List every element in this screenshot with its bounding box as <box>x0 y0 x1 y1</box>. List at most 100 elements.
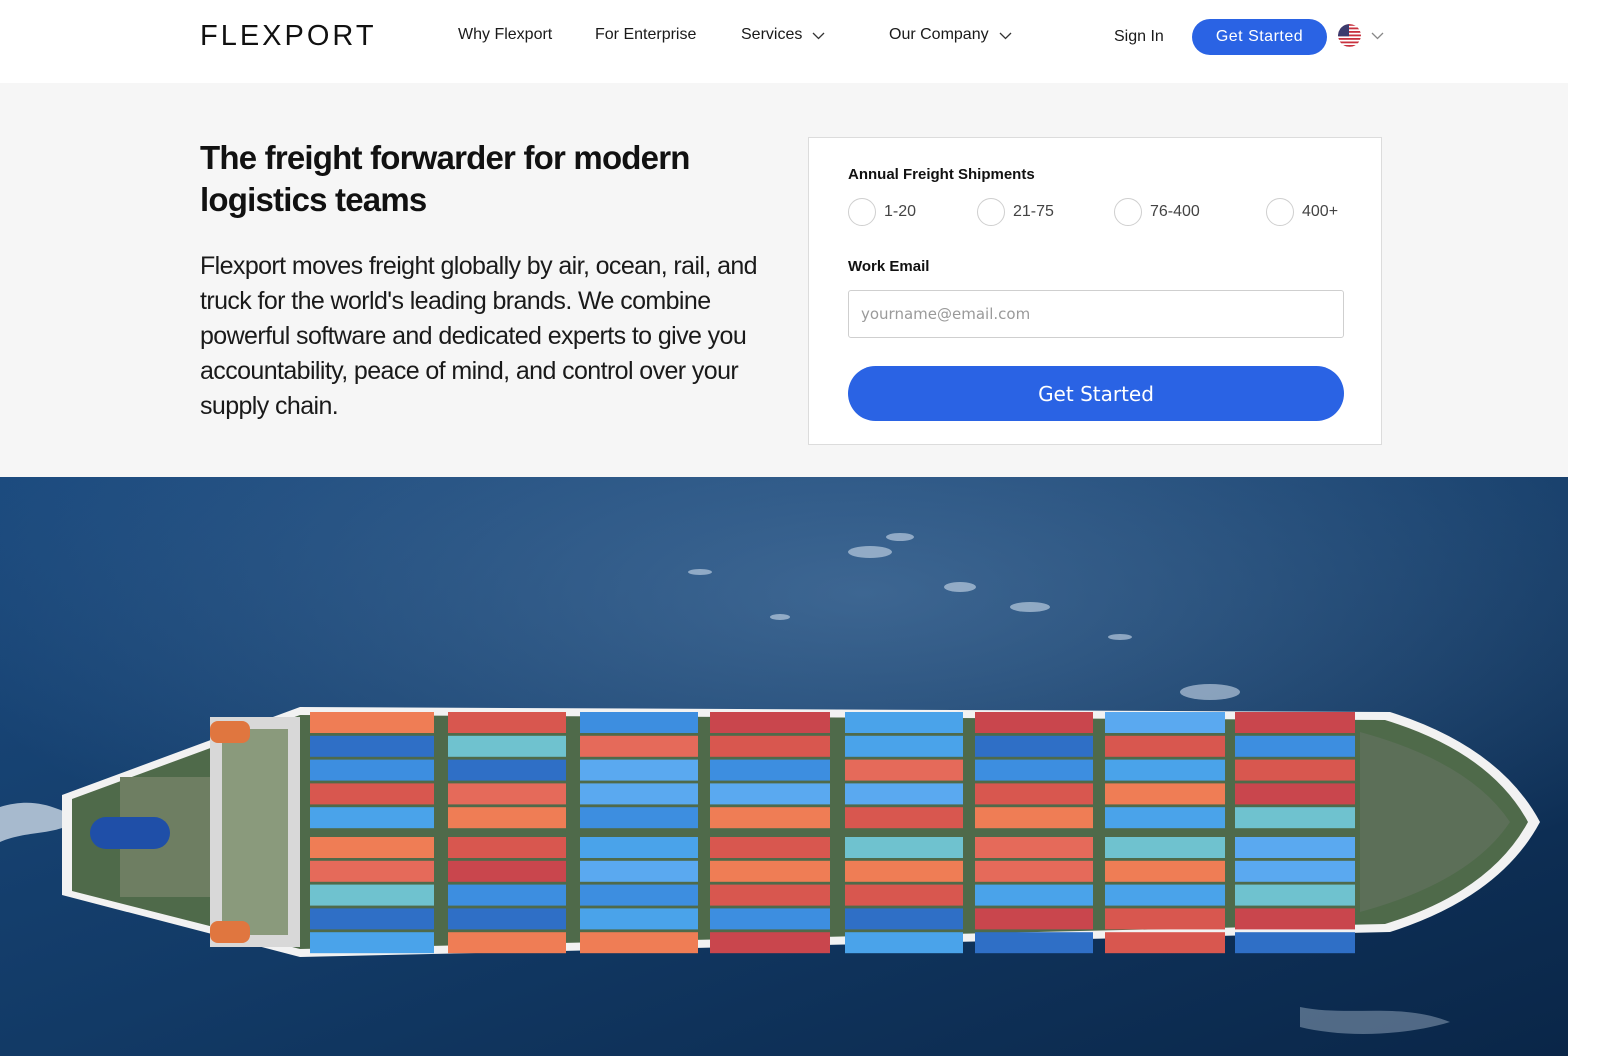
container-block <box>310 884 434 906</box>
nav-our-company[interactable]: Our Company <box>889 26 1012 44</box>
container-block <box>710 908 830 930</box>
container-block <box>845 735 963 757</box>
container-block <box>580 783 698 805</box>
shipments-option-21-75[interactable]: 21-75 <box>977 198 1054 226</box>
container-block <box>448 908 566 930</box>
radio-label: 76-400 <box>1150 203 1200 220</box>
container-block <box>1105 735 1225 757</box>
container-block <box>975 712 1093 733</box>
container-block <box>310 837 434 858</box>
nav-get-started-button[interactable]: Get Started <box>1192 19 1327 55</box>
radio-button[interactable] <box>1266 198 1294 226</box>
nav-link-label: Why Flexport <box>458 26 553 43</box>
container-block <box>1235 932 1355 954</box>
container-block <box>845 783 963 805</box>
container-block <box>845 884 963 906</box>
chevron-down-icon <box>812 32 825 39</box>
container-block <box>845 860 963 882</box>
container-block <box>710 837 830 858</box>
container-block <box>310 712 434 733</box>
container-block <box>1235 908 1355 930</box>
hero-headline: The freight forwarder for modern logisti… <box>200 139 690 218</box>
container-block <box>448 884 566 906</box>
container-block <box>580 759 698 781</box>
container-block <box>1235 860 1355 882</box>
radio-button[interactable] <box>848 198 876 226</box>
shipments-label: Annual Freight Shipments <box>848 166 1035 183</box>
form-get-started-button[interactable]: Get Started <box>848 366 1344 421</box>
container-block <box>975 884 1093 906</box>
container-block <box>580 932 698 954</box>
radio-label: 400+ <box>1302 203 1339 220</box>
container-block <box>710 783 830 805</box>
container-block <box>845 712 963 733</box>
container-block <box>1105 908 1225 930</box>
nav-why-flexport[interactable]: Why Flexport <box>458 26 552 44</box>
container-block <box>710 807 830 829</box>
flexport-logo[interactable]: FLEXPORT <box>200 20 377 53</box>
language-selector[interactable] <box>1338 24 1384 47</box>
container-ship-photo <box>0 477 1568 1056</box>
container-block <box>975 908 1093 930</box>
container-block <box>975 807 1093 829</box>
container-block <box>310 860 434 882</box>
container-block <box>1235 735 1355 757</box>
container-block <box>845 759 963 781</box>
nav-link-label: Services <box>741 26 803 43</box>
container-block <box>1105 759 1225 781</box>
shipments-option-400-plus[interactable]: 400+ <box>1266 198 1338 226</box>
container-block <box>710 860 830 882</box>
container-block <box>1235 807 1355 829</box>
container-block <box>448 807 566 829</box>
shipments-radio-group: 1-20 21-75 76-400 400+ <box>848 198 1344 230</box>
container-block <box>1235 884 1355 906</box>
sign-in-link[interactable]: Sign In <box>1114 28 1164 46</box>
chevron-down-icon <box>1371 32 1384 40</box>
container-block <box>580 837 698 858</box>
work-email-label: Work Email <box>848 258 930 275</box>
container-block <box>1105 932 1225 954</box>
container-block <box>975 860 1093 882</box>
container-block <box>710 759 830 781</box>
container-block <box>845 932 963 954</box>
container-block <box>1105 837 1225 858</box>
container-block <box>580 884 698 906</box>
container-block <box>1105 860 1225 882</box>
container-block <box>448 932 566 954</box>
nav-link-label: For Enterprise <box>595 26 697 43</box>
container-block <box>710 712 830 733</box>
shipments-option-1-20[interactable]: 1-20 <box>848 198 916 226</box>
signup-form: Annual Freight Shipments 1-20 21-75 76-4… <box>808 137 1382 445</box>
container-block <box>448 759 566 781</box>
container-block <box>1105 884 1225 906</box>
container-block <box>448 783 566 805</box>
us-flag-icon <box>1338 24 1361 47</box>
container-block <box>310 735 434 757</box>
container-block <box>448 735 566 757</box>
container-block <box>580 807 698 829</box>
shipments-option-76-400[interactable]: 76-400 <box>1114 198 1200 226</box>
container-block <box>710 735 830 757</box>
container-block <box>310 759 434 781</box>
container-block <box>580 712 698 733</box>
nav-for-enterprise[interactable]: For Enterprise <box>595 26 696 44</box>
radio-label: 1-20 <box>884 203 917 220</box>
nav-services[interactable]: Services <box>741 26 825 44</box>
container-block <box>448 860 566 882</box>
hero-section: The freight forwarder for modern logisti… <box>0 83 1568 477</box>
nav-link-label: Our Company <box>889 26 989 43</box>
container-block <box>975 837 1093 858</box>
container-block <box>448 712 566 733</box>
work-email-input[interactable] <box>848 290 1344 338</box>
container-block <box>975 759 1093 781</box>
container-block <box>975 783 1093 805</box>
container-block <box>310 932 434 954</box>
radio-button[interactable] <box>1114 198 1142 226</box>
radio-button[interactable] <box>977 198 1005 226</box>
container-block <box>310 807 434 829</box>
container-block <box>310 908 434 930</box>
container-block <box>580 735 698 757</box>
container-block <box>1105 807 1225 829</box>
container-block <box>845 837 963 858</box>
container-block <box>845 807 963 829</box>
